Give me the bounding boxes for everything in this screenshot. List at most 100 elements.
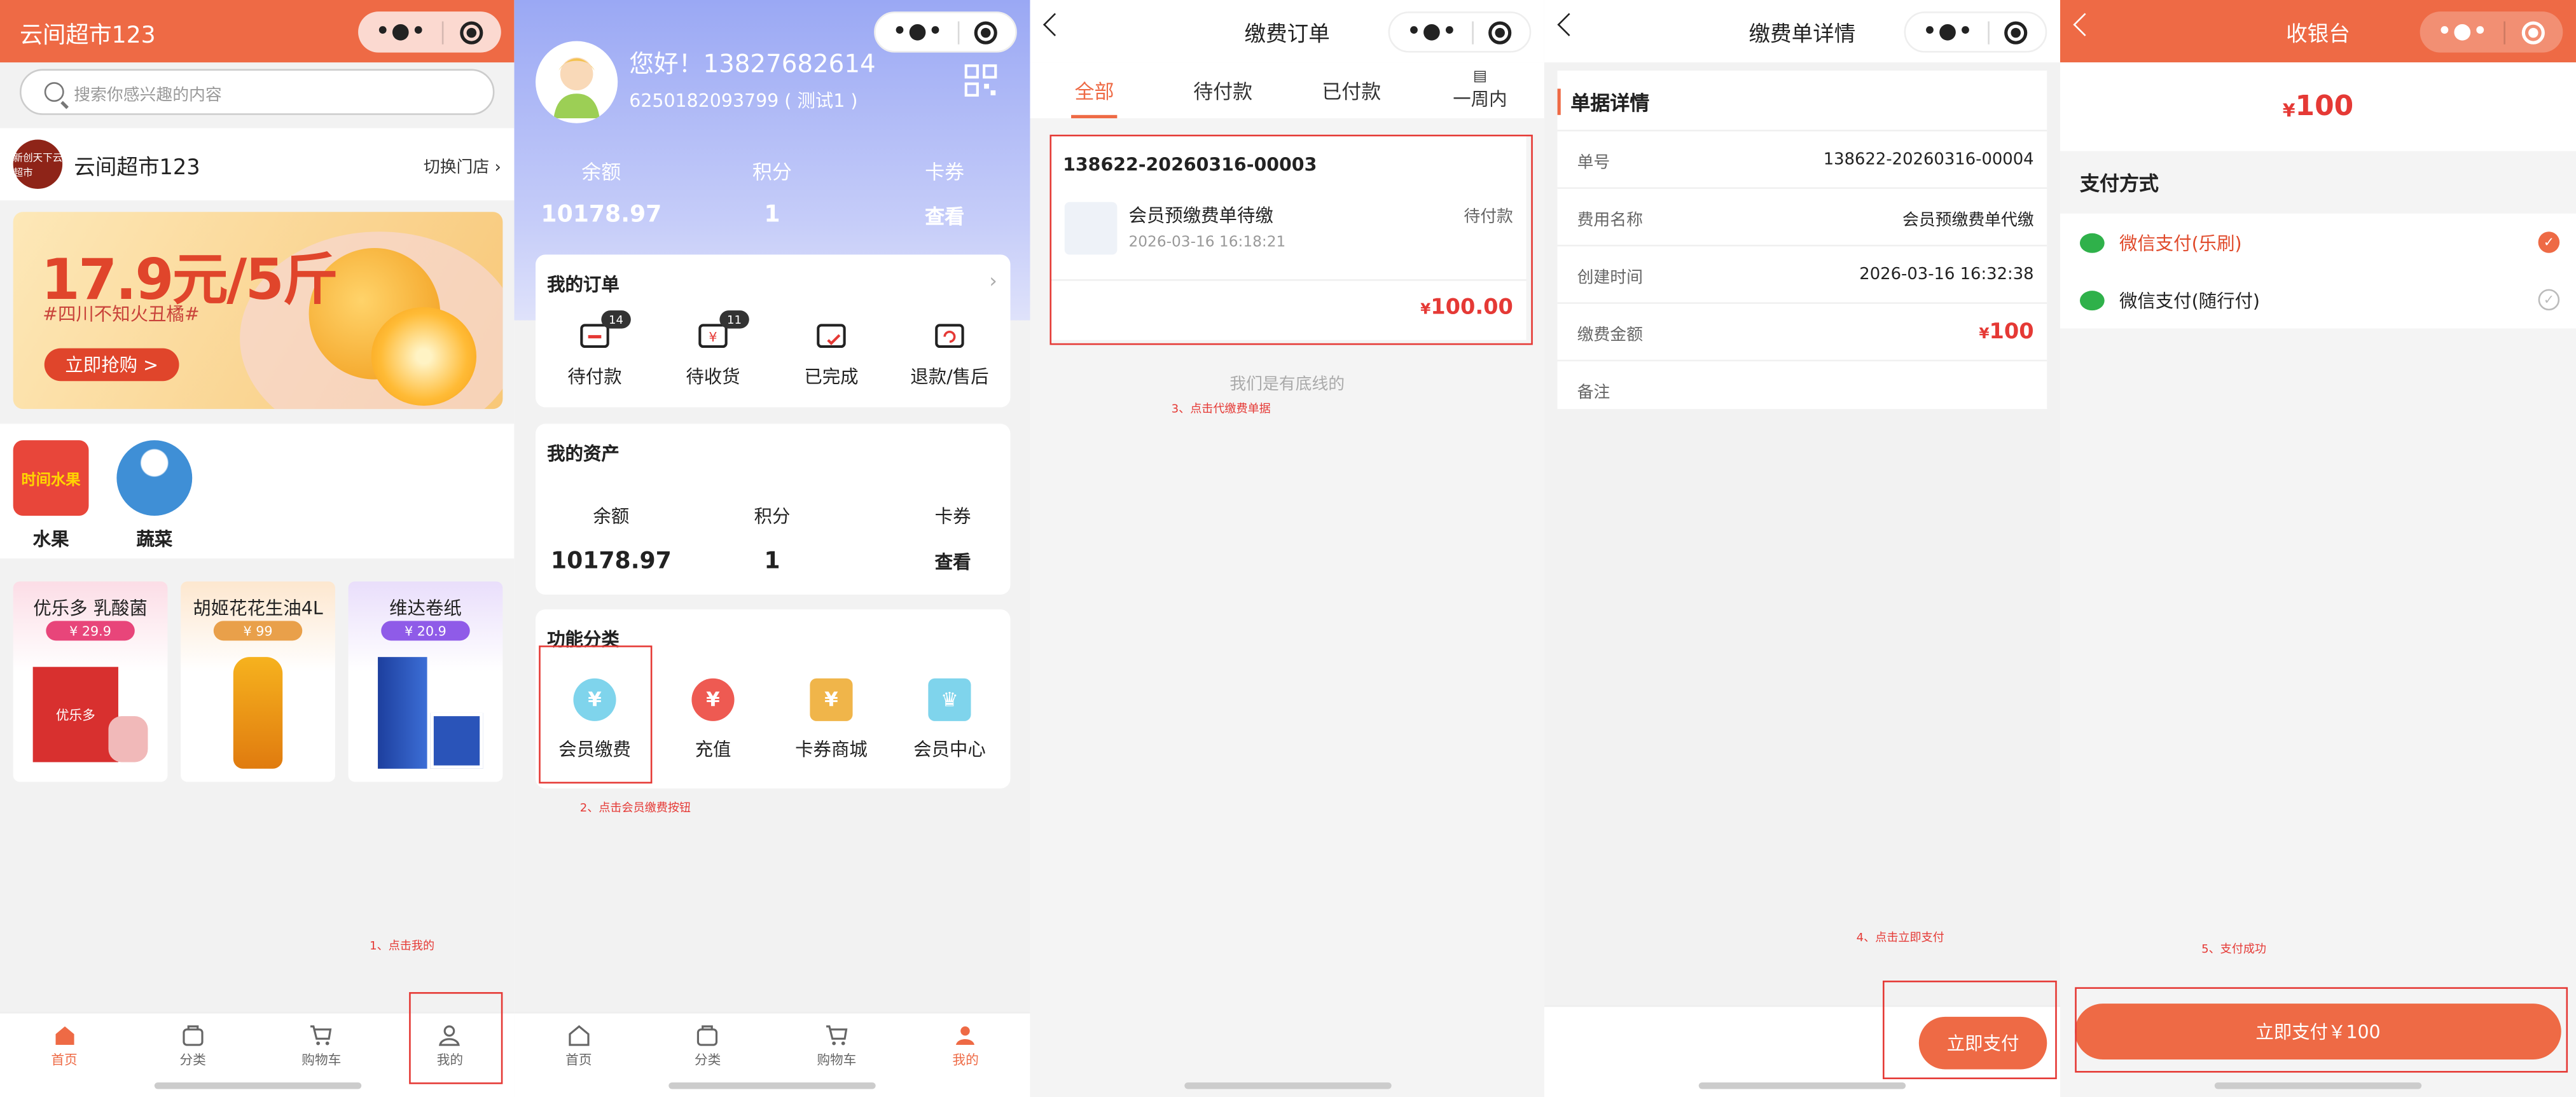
qr-code-icon[interactable] xyxy=(964,64,997,97)
tab-paid[interactable]: 已付款 xyxy=(1287,62,1416,118)
asset-balance[interactable]: 余额 10178.97 xyxy=(551,502,672,575)
wechat-pay-icon xyxy=(2079,232,2105,252)
avatar[interactable] xyxy=(536,41,618,123)
asset-points[interactable]: 积分 1 xyxy=(723,502,821,575)
mini-program-capsule[interactable]: •●• xyxy=(1388,11,1532,53)
payment-method-leshua[interactable]: 微信支付(乐刷) ✓ xyxy=(2060,214,2576,271)
more-icon[interactable]: •●• xyxy=(893,20,944,45)
more-icon[interactable]: •●• xyxy=(376,20,427,45)
close-target-icon[interactable] xyxy=(460,20,483,44)
home-icon xyxy=(55,1026,74,1045)
category-row: 时间水果 水果 蔬菜 xyxy=(0,424,515,559)
category-fruit[interactable]: 时间水果 水果 xyxy=(10,440,92,552)
category-icon xyxy=(183,1025,204,1046)
home-indicator xyxy=(1698,1082,1906,1089)
more-icon[interactable]: •●• xyxy=(1407,20,1458,45)
home-indicator xyxy=(1183,1082,1391,1089)
yogurt-bottle-image xyxy=(108,716,148,762)
detail-row: 单号 138622-20260316-00004 xyxy=(1557,130,2047,187)
home-indicator xyxy=(153,1082,361,1089)
close-target-icon[interactable] xyxy=(1489,20,1513,44)
detail-row: 备注 xyxy=(1557,359,2047,417)
coupon-mall-icon: ¥ xyxy=(810,678,853,721)
panel-bill-detail: 缴费单详情 •●• 单据详情 单号 138622-20260316-00004 费… xyxy=(1544,0,2060,1097)
coupon-mall-button[interactable]: ¥ 卡券商城 xyxy=(779,678,883,762)
mini-program-capsule[interactable]: •●• xyxy=(2420,11,2563,53)
check-box-icon xyxy=(817,324,846,348)
order-completed[interactable]: 已完成 xyxy=(782,317,880,389)
member-center-button[interactable]: ♛ 会员中心 xyxy=(897,678,1002,762)
payment-amount: ¥100 xyxy=(2060,62,2576,151)
svg-text:¥: ¥ xyxy=(709,329,717,345)
step-annotation: 1、点击我的 xyxy=(370,939,435,953)
card-title: 我的订单 xyxy=(547,274,620,296)
more-icon[interactable]: •●• xyxy=(1923,20,1974,45)
more-icon[interactable]: •●• xyxy=(2438,20,2489,45)
panel-cashier: 收银台 •●• ¥100 支付方式 微信支付(乐刷) ✓ 微信支付(随行付) ✓… xyxy=(2060,0,2576,1097)
buy-now-button[interactable]: 立即抢购 > xyxy=(44,348,179,382)
end-of-list-text: 我们是有底线的 xyxy=(1229,376,1345,394)
cart-icon xyxy=(826,1025,847,1045)
asset-coupons[interactable]: 卡券 查看 xyxy=(904,502,1002,575)
search-input[interactable]: 搜索你感兴趣的内容 xyxy=(19,69,495,115)
promo-banner[interactable]: 17.9元/5斤 #四川不知火丑橘# 立即抢购 > xyxy=(13,212,503,410)
home-icon xyxy=(568,1025,589,1046)
wechat-pay-icon xyxy=(2079,289,2105,310)
page-title: 缴费订单 xyxy=(1244,22,1330,47)
bill-detail-card: 单据详情 单号 138622-20260316-00004 费用名称 会员预缴费单代… xyxy=(1557,71,2047,410)
close-target-icon[interactable] xyxy=(2522,20,2545,44)
step-annotation: 4、点击立即支付 xyxy=(1856,931,1944,945)
recharge-icon: ¥ xyxy=(691,678,735,721)
checked-radio-icon[interactable]: ✓ xyxy=(2538,231,2560,253)
product-card[interactable]: 胡姬花花生油4L ¥ 99 xyxy=(181,581,335,782)
payment-methods: 微信支付(乐刷) ✓ 微信支付(随行付) ✓ xyxy=(2060,213,2576,329)
product-card[interactable]: 维达卷纸 ¥ 20.9 xyxy=(348,581,503,782)
highlight-box xyxy=(1049,134,1533,345)
tab-pending[interactable]: 待付款 xyxy=(1159,62,1287,118)
product-card[interactable]: 优乐多 乳酸菌 ¥ 29.9 优乐多 xyxy=(13,581,168,782)
tab-home[interactable]: 首页 xyxy=(0,1014,128,1097)
member-card-number: 6250182093799 ( 测试1 ) xyxy=(629,90,858,112)
chevron-right-icon: › xyxy=(494,158,501,177)
order-pending-receipt[interactable]: 11 ¥ 待收货 xyxy=(663,310,762,389)
tab-all[interactable]: 全部 xyxy=(1030,62,1158,118)
mini-program-capsule[interactable]: •●• xyxy=(1904,11,2047,53)
stat-coupons[interactable]: 卡券 查看 xyxy=(896,158,994,230)
my-assets-card: 我的资产 余额 10178.97 积分 1 卡券 查看 xyxy=(536,424,1011,595)
mini-program-capsule[interactable]: •●• xyxy=(874,11,1017,53)
close-target-icon[interactable] xyxy=(2005,20,2028,44)
order-pending-payment[interactable]: 14 待付款 xyxy=(546,310,644,389)
stat-balance[interactable]: 余额 10178.97 xyxy=(541,158,661,228)
oil-bottle-image xyxy=(233,657,283,769)
page-title: 缴费单详情 xyxy=(1748,22,1856,47)
tab-home[interactable]: 首页 xyxy=(514,1014,643,1097)
search-placeholder: 搜索你感兴趣的内容 xyxy=(74,86,222,105)
highlight-box xyxy=(1883,980,2057,1079)
chevron-right-icon[interactable]: › xyxy=(989,270,997,293)
recharge-button[interactable]: ¥ 充值 xyxy=(660,678,765,762)
unchecked-radio-icon[interactable]: ✓ xyxy=(2538,289,2560,311)
mini-program-capsule[interactable]: •●• xyxy=(358,11,501,53)
category-vegetable[interactable]: 蔬菜 xyxy=(113,440,195,552)
tab-mine[interactable]: 我的 xyxy=(901,1014,1030,1097)
step-annotation: 3、点击代缴费单据 xyxy=(1171,402,1271,416)
payment-method-suixingfu[interactable]: 微信支付(随行付) ✓ xyxy=(2060,271,2576,328)
search-icon xyxy=(44,82,64,102)
store-logo: 新创天下云超市 xyxy=(13,139,62,190)
home-indicator xyxy=(668,1082,876,1089)
stat-points[interactable]: 积分 1 xyxy=(723,158,821,228)
panel-home: 云间超市123 •●• 搜索你感兴趣的内容 新创天下云超市 云间超市123 切换… xyxy=(0,0,515,1097)
panel-payment-orders: 缴费订单 •●• 全部 待付款 已付款 ▤ 一周内 138622-20260316… xyxy=(1030,0,1544,1097)
order-filter-tabs: 全部 待付款 已付款 ▤ 一周内 xyxy=(1030,62,1544,118)
orange-half-image xyxy=(371,307,477,406)
tab-week[interactable]: ▤ 一周内 xyxy=(1416,62,1544,118)
crown-icon: ♛ xyxy=(928,678,971,721)
switch-store-button[interactable]: 切换门店 › xyxy=(424,152,501,177)
store-bar: 新创天下云超市 云间超市123 切换门店 › xyxy=(0,128,515,201)
close-target-icon[interactable] xyxy=(974,20,999,44)
calendar-icon: ▤ xyxy=(1472,69,1487,86)
category-icon xyxy=(697,1025,718,1046)
greeting: 您好！13827682614 xyxy=(629,49,876,79)
yogurt-box-image: 优乐多 xyxy=(32,666,118,762)
order-refund[interactable]: 退款/售后 xyxy=(900,317,999,389)
